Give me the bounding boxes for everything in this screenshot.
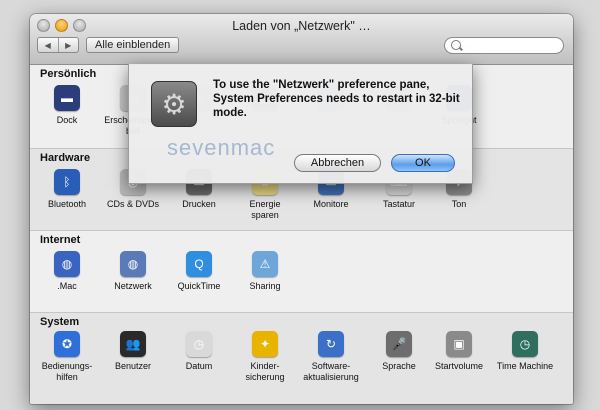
pref-pane-label: Bedienungs-hilfen: [41, 361, 93, 382]
forward-arrow-icon[interactable]: ▶: [57, 38, 79, 52]
mac-icon: ◍: [54, 251, 80, 277]
parental-controls-icon: ✦: [252, 331, 278, 357]
section-title: Internet: [40, 234, 81, 246]
pref-pane-quicktime[interactable]: Q QuickTime: [166, 251, 232, 292]
title-bar[interactable]: Laden von „Netzwerk" … ◀ ▶ Alle einblend…: [30, 14, 573, 65]
pref-pane-universal-access[interactable]: ✪ Bedienungs-hilfen: [34, 331, 100, 383]
section-internet: Internet ◍ .Mac ◍ Netzwerk Q QuickTime ⚠ Sharin…: [30, 230, 573, 312]
pref-pane-label: Energie sparen: [249, 199, 281, 220]
navigation-buttons: ◀ ▶: [37, 37, 79, 53]
pref-pane-label: Tastatur: [382, 199, 415, 209]
pref-pane-time-machine[interactable]: ◷ Time Machine: [492, 331, 558, 372]
network-icon: ◍: [120, 251, 146, 277]
pref-pane-parental-controls[interactable]: ✦ Kinder-sicherung: [232, 331, 298, 383]
section-system: System ✪ Bedienungs-hilfen 👥 Benutzer ◷ Datum…: [30, 312, 573, 404]
pref-pane-label: Software-aktualisierung: [303, 361, 359, 382]
system-preferences-gear-icon: ⚙: [151, 81, 197, 127]
pref-pane-network[interactable]: ◍ Netzwerk: [100, 251, 166, 292]
cancel-button[interactable]: Abbrechen: [294, 154, 381, 172]
search-field[interactable]: [444, 37, 564, 54]
bluetooth-icon: ᛒ: [54, 169, 80, 195]
pref-pane-label: Benutzer: [114, 361, 152, 371]
pref-pane-date-time[interactable]: ◷ Datum: [166, 331, 232, 372]
quicktime-icon: Q: [186, 251, 212, 277]
ok-button[interactable]: OK: [391, 154, 455, 172]
pref-pane-label: Monitore: [313, 199, 349, 209]
pref-pane-label: CDs & DVDs: [106, 199, 159, 209]
pref-pane-dock[interactable]: ▬ Dock: [34, 85, 100, 126]
dock-icon: ▬: [54, 85, 80, 111]
watermark: sevenmac: [167, 135, 276, 160]
universal-access-icon: ✪: [54, 331, 80, 357]
system-preferences-window: Laden von „Netzwerk" … ◀ ▶ Alle einblend…: [30, 14, 573, 404]
section-title: System: [40, 316, 80, 328]
restart-alert-sheet: ⚙ To use the "Netzwerk" preference pane,…: [128, 64, 473, 184]
pref-pane-label: Time Machine: [496, 361, 554, 371]
pref-pane-mac[interactable]: ◍ .Mac: [34, 251, 100, 292]
pref-pane-label: Ton: [451, 199, 467, 209]
back-arrow-icon[interactable]: ◀: [38, 38, 58, 52]
show-all-button[interactable]: Alle einblenden: [86, 37, 180, 53]
speech-icon: 🎤: [386, 331, 412, 357]
pref-pane-startup-disk[interactable]: ▣ Startvolume: [426, 331, 492, 372]
pref-pane-label: Datum: [185, 361, 213, 371]
pref-pane-label: Sharing: [249, 281, 281, 291]
pref-pane-label: Bluetooth: [47, 199, 87, 209]
date-time-icon: ◷: [186, 331, 212, 357]
time-machine-icon: ◷: [512, 331, 538, 357]
pref-pane-label: Sprache: [382, 361, 416, 371]
pref-pane-bluetooth[interactable]: ᛒ Bluetooth: [34, 169, 100, 210]
sharing-icon: ⚠: [252, 251, 278, 277]
pref-pane-label: Kinder-sicherung: [245, 361, 285, 382]
section-title: Persönlich: [40, 68, 97, 80]
startup-disk-icon: ▣: [446, 331, 472, 357]
accounts-icon: 👥: [120, 331, 146, 357]
alert-message: To use the "Netzwerk" preference pane, S…: [213, 79, 460, 119]
pref-pane-label: Startvolume: [434, 361, 484, 371]
search-icon: [451, 40, 461, 50]
pref-pane-label: .Mac: [57, 281, 77, 291]
pref-pane-accounts[interactable]: 👥 Benutzer: [100, 331, 166, 372]
pref-pane-label: Netzwerk: [114, 281, 152, 291]
pref-pane-label: QuickTime: [177, 281, 221, 291]
pref-pane-software-update[interactable]: ↻ Software-aktualisierung: [298, 331, 364, 383]
pref-pane-speech[interactable]: 🎤 Sprache: [366, 331, 432, 372]
pref-pane-label: Dock: [56, 115, 78, 125]
software-update-icon: ↻: [318, 331, 344, 357]
pref-pane-sharing[interactable]: ⚠ Sharing: [232, 251, 298, 292]
window-title: Laden von „Netzwerk" …: [232, 19, 371, 33]
section-title: Hardware: [40, 152, 91, 164]
pref-pane-label: Drucken: [182, 199, 216, 209]
